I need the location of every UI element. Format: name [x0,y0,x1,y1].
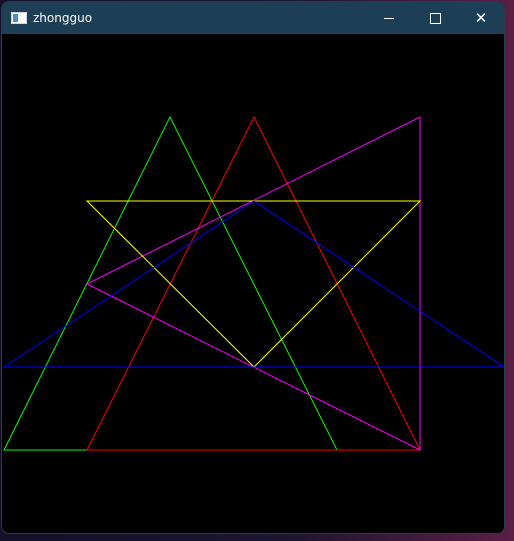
maximize-button[interactable] [412,2,458,34]
drawing-svg [2,115,504,451]
minimize-button[interactable] [366,2,412,34]
minimize-icon [384,17,394,19]
close-button[interactable]: ✕ [458,2,504,34]
drawing-canvas[interactable] [2,34,504,533]
app-window-icon [11,12,27,24]
desktop-background: zhongguo ✕ [0,0,514,541]
close-icon: ✕ [474,9,488,27]
window-title: zhongguo [33,11,93,25]
title-bar[interactable]: zhongguo ✕ [2,2,504,34]
maximize-icon [429,12,441,24]
app-window: zhongguo ✕ [2,2,504,533]
